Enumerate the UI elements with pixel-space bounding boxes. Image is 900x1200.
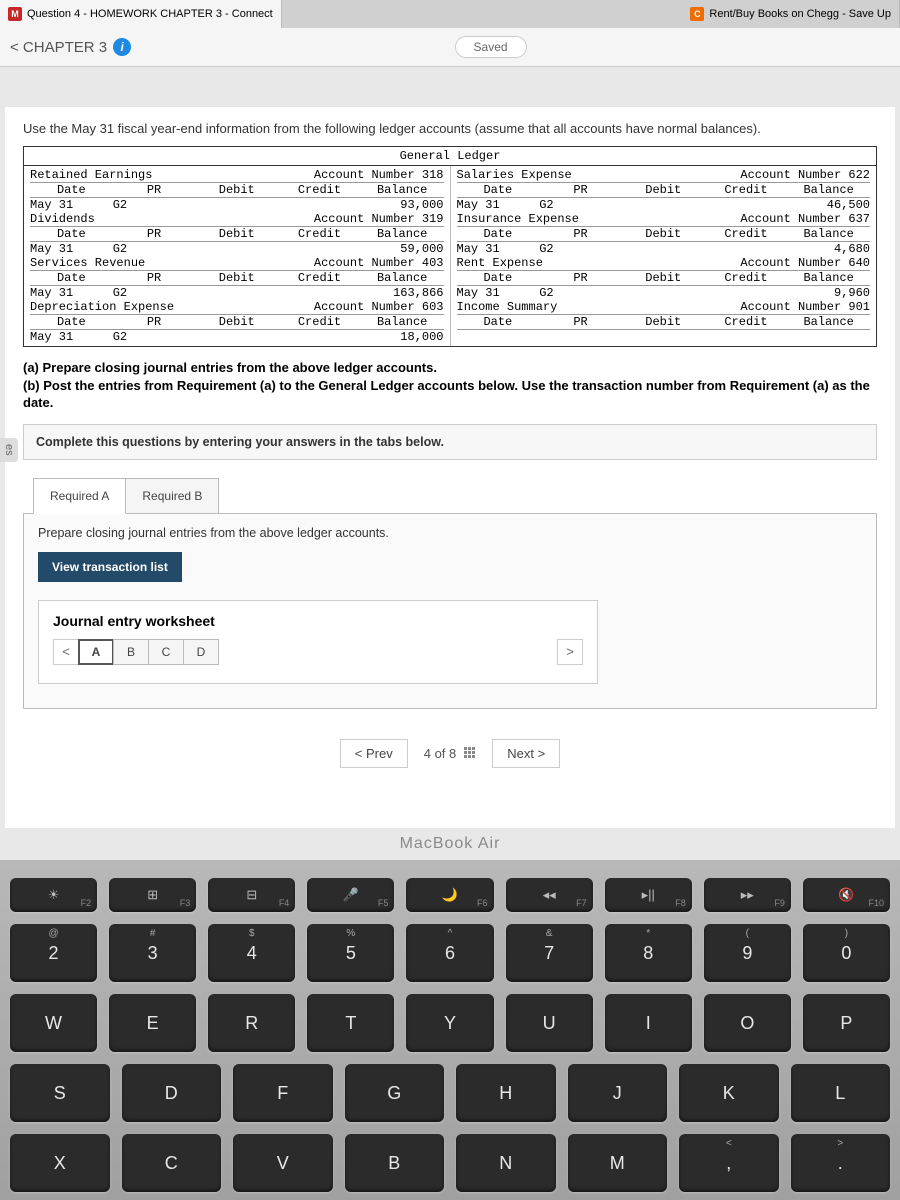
ledger-col-right: Salaries ExpenseAccount Number 622 DateP… — [450, 166, 877, 346]
ledger-col-left: Retained EarningsAccount Number 318 Date… — [24, 166, 450, 346]
key-s[interactable]: S — [10, 1064, 110, 1122]
key-n[interactable]: N — [456, 1134, 556, 1192]
worksheet-next-icon[interactable]: > — [557, 639, 583, 665]
keyboard: ☀F2 ⊞F3 ⊟F4 🎤F5 🌙F6 ◂◂F7 ▸||F8 ▸▸F9 🔇F10… — [0, 860, 900, 1200]
key-f5[interactable]: 🎤F5 — [307, 878, 394, 912]
key-h[interactable]: H — [456, 1064, 556, 1122]
tab-chegg[interactable]: C Rent/Buy Books on Chegg - Save Up — [682, 0, 900, 28]
worksheet-tab-a[interactable]: A — [78, 639, 114, 665]
key-f7[interactable]: ◂◂F7 — [506, 878, 593, 912]
key-v[interactable]: V — [233, 1134, 333, 1192]
chegg-icon: C — [690, 7, 704, 21]
key-i[interactable]: I — [605, 994, 692, 1052]
key-f[interactable]: F — [233, 1064, 333, 1122]
key-l[interactable]: L — [791, 1064, 891, 1122]
key-c[interactable]: C — [122, 1134, 222, 1192]
key-x[interactable]: X — [10, 1134, 110, 1192]
saved-pill: Saved — [455, 36, 527, 58]
panel-instruction: Prepare closing journal entries from the… — [38, 526, 862, 540]
view-transaction-list-button[interactable]: View transaction list — [38, 552, 182, 582]
worksheet-tab-c[interactable]: C — [148, 639, 184, 665]
instruction-b: (b) Post the entries from Requirement (a… — [23, 378, 870, 411]
prev-button[interactable]: < Prev — [340, 739, 408, 768]
next-button[interactable]: Next > — [492, 739, 560, 768]
mheducation-icon: M — [8, 7, 22, 21]
tab-label: Rent/Buy Books on Chegg - Save Up — [709, 8, 891, 20]
chapter-title[interactable]: < CHAPTER 3 — [10, 39, 107, 56]
browser-tabs: M Question 4 - HOMEWORK CHAPTER 3 - Conn… — [0, 0, 900, 28]
key-3[interactable]: #3 — [109, 924, 196, 982]
grid-icon[interactable] — [464, 747, 476, 759]
ledger-title: General Ledger — [24, 147, 876, 166]
macbook-label: MacBook Air — [0, 835, 900, 853]
key-y[interactable]: Y — [406, 994, 493, 1052]
key-comma[interactable]: <, — [679, 1134, 779, 1192]
tab-required-a[interactable]: Required A — [33, 478, 126, 514]
tab-label: Question 4 - HOMEWORK CHAPTER 3 - Connec… — [27, 8, 273, 20]
key-f9[interactable]: ▸▸F9 — [704, 878, 791, 912]
key-f4[interactable]: ⊟F4 — [208, 878, 295, 912]
worksheet-title: Journal entry worksheet — [53, 613, 583, 629]
key-p[interactable]: P — [803, 994, 890, 1052]
key-m[interactable]: M — [568, 1134, 668, 1192]
key-7[interactable]: &7 — [506, 924, 593, 982]
key-b[interactable]: B — [345, 1134, 445, 1192]
tab-required-b[interactable]: Required B — [125, 478, 219, 514]
instruction-a: (a) Prepare closing journal entries from… — [23, 360, 437, 375]
key-2[interactable]: @2 — [10, 924, 97, 982]
worksheet-tab-b[interactable]: B — [113, 639, 149, 665]
worksheet-tab-d[interactable]: D — [183, 639, 219, 665]
key-f10[interactable]: 🔇F10 — [803, 878, 890, 912]
left-side-tab[interactable]: es — [0, 438, 18, 462]
key-g[interactable]: G — [345, 1064, 445, 1122]
key-f8[interactable]: ▸||F8 — [605, 878, 692, 912]
chapter-header: < CHAPTER 3 i Saved — [0, 28, 900, 67]
key-6[interactable]: ^6 — [406, 924, 493, 982]
key-f3[interactable]: ⊞F3 — [109, 878, 196, 912]
intro-text: Use the May 31 fiscal year-end informati… — [23, 121, 877, 136]
page-info: 4 of 8 — [424, 746, 457, 761]
tab-question[interactable]: M Question 4 - HOMEWORK CHAPTER 3 - Conn… — [0, 0, 282, 28]
question-content: Use the May 31 fiscal year-end informati… — [5, 107, 895, 828]
worksheet-prev-icon[interactable]: < — [53, 639, 79, 665]
key-4[interactable]: $4 — [208, 924, 295, 982]
key-9[interactable]: (9 — [704, 924, 791, 982]
key-d[interactable]: D — [122, 1064, 222, 1122]
complete-band: Complete this questions by entering your… — [23, 424, 877, 460]
key-r[interactable]: R — [208, 994, 295, 1052]
key-0[interactable]: )0 — [803, 924, 890, 982]
key-e[interactable]: E — [109, 994, 196, 1052]
required-a-panel: Prepare closing journal entries from the… — [23, 513, 877, 709]
key-k[interactable]: K — [679, 1064, 779, 1122]
key-f6[interactable]: 🌙F6 — [406, 878, 493, 912]
key-u[interactable]: U — [506, 994, 593, 1052]
key-o[interactable]: O — [704, 994, 791, 1052]
instructions: (a) Prepare closing journal entries from… — [23, 359, 877, 412]
requirement-tabs: Required A Required B — [33, 478, 877, 514]
key-j[interactable]: J — [568, 1064, 668, 1122]
key-t[interactable]: T — [307, 994, 394, 1052]
key-8[interactable]: *8 — [605, 924, 692, 982]
key-5[interactable]: %5 — [307, 924, 394, 982]
question-pager: < Prev 4 of 8 Next > — [23, 739, 877, 768]
key-f2[interactable]: ☀F2 — [10, 878, 97, 912]
general-ledger: General Ledger Retained EarningsAccount … — [23, 146, 877, 347]
info-icon[interactable]: i — [113, 38, 131, 56]
key-w[interactable]: W — [10, 994, 97, 1052]
key-period[interactable]: >. — [791, 1134, 891, 1192]
journal-worksheet: Journal entry worksheet < A B C D > — [38, 600, 598, 684]
